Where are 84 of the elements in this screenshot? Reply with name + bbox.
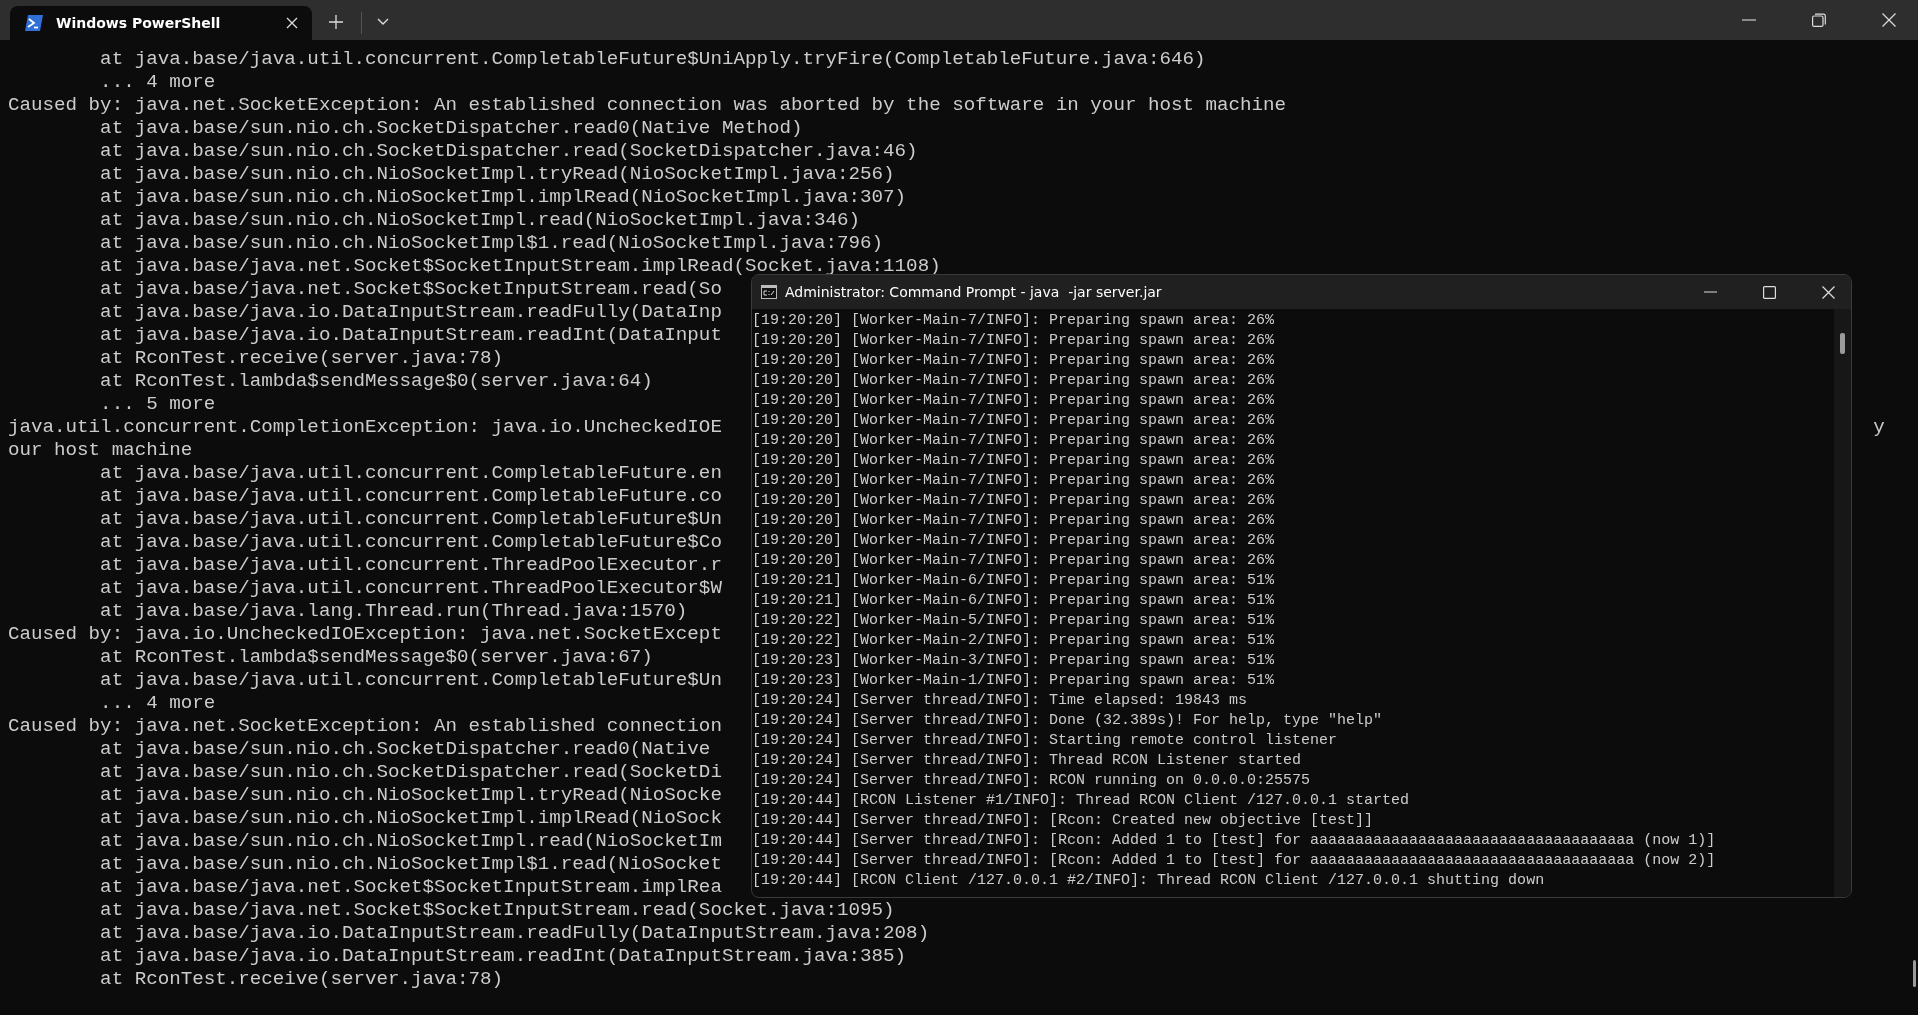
console-line: [19:20:21] [Worker-Main-6/INFO]: Preparing spawn area: 51% xyxy=(752,571,1275,591)
console-line: [19:20:20] [Worker-Main-7/INFO]: Preparing spawn area: 26% xyxy=(752,391,1275,411)
terminal-line: y xyxy=(1873,416,1885,439)
terminal-line: at java.base/java.util.concurrent.ThreadPoolExecutor$W xyxy=(99,577,722,600)
console-line: [19:20:20] [Worker-Main-7/INFO]: Preparing spawn area: 26% xyxy=(752,371,1275,391)
console-line: [19:20:20] [Worker-Main-7/INFO]: Preparing spawn area: 26% xyxy=(752,531,1275,551)
console-line: [19:20:20] [Worker-Main-7/INFO]: Preparing spawn area: 26% xyxy=(752,351,1275,371)
console-line: [19:20:20] [Worker-Main-7/INFO]: Preparing spawn area: 26% xyxy=(752,431,1275,451)
terminal-line: at java.base/java.util.concurrent.CompletableFuture.en xyxy=(99,462,722,485)
terminal-line: at java.base/sun.nio.ch.NioSocketImpl$1.read(NioSocket xyxy=(99,853,722,876)
console-line: [19:20:20] [Worker-Main-7/INFO]: Preparing spawn area: 26% xyxy=(752,511,1275,531)
terminal-line: at java.base/sun.nio.ch.SocketDispatcher.read(SocketDispatcher.java:46) xyxy=(99,140,918,163)
terminal-line: at RconTest.lambda$sendMessage$0(server.java:64) xyxy=(99,370,653,393)
console-line: [19:20:22] [Worker-Main-2/INFO]: Preparing spawn area: 51% xyxy=(752,631,1275,651)
console-line: [19:20:20] [Worker-Main-7/INFO]: Preparing spawn area: 26% xyxy=(752,331,1275,351)
console-line: [19:20:23] [Worker-Main-3/INFO]: Preparing spawn area: 51% xyxy=(752,651,1275,671)
scrollbar-thumb[interactable] xyxy=(1840,333,1845,354)
terminal-line: at RconTest.lambda$sendMessage$0(server.java:67) xyxy=(99,646,653,669)
terminal-line: at java.base/java.io.DataInputStream.readFully(DataInputStream.java:208) xyxy=(99,922,930,945)
maximize-icon[interactable] xyxy=(1763,285,1776,299)
console-line: [19:20:44] [Server thread/INFO]: [Rcon: Added 1 to [test] for aaaaaaaaaaaaaaaaaaaaaaaaaaaaaaaaaaaa (now 2)] xyxy=(752,851,1716,871)
console-line: [19:20:20] [Worker-Main-7/INFO]: Preparing spawn area: 26% xyxy=(752,411,1275,431)
terminal-line: at java.base/java.net.Socket$SocketInputStream.implRead(Socket.java:1108) xyxy=(99,255,941,278)
console-line: [19:20:24] [Server thread/INFO]: Thread RCON Listener started xyxy=(752,751,1302,771)
terminal-line: ... 5 more xyxy=(99,393,216,416)
terminal-line: at java.base/sun.nio.ch.SocketDispatcher.read0(Native Method) xyxy=(99,117,803,140)
console-line: [19:20:20] [Worker-Main-7/INFO]: Preparing spawn area: 26% xyxy=(752,451,1275,471)
console-line: [19:20:44] [RCON Client /127.0.0.1 #2/INFO]: Thread RCON Client /127.0.0.1 shutting down xyxy=(752,871,1545,891)
close-icon[interactable] xyxy=(1882,13,1896,27)
terminal-line: at java.base/sun.nio.ch.NioSocketImpl.read(NioSocketIm xyxy=(99,830,722,853)
console-line: [19:20:23] [Worker-Main-1/INFO]: Preparing spawn area: 51% xyxy=(752,671,1275,691)
terminal-line: ... 4 more xyxy=(99,71,216,94)
terminal-line: at java.base/sun.nio.ch.NioSocketImpl$1.read(NioSocketImpl.java:796) xyxy=(99,232,884,255)
caret-icon[interactable] xyxy=(377,18,389,26)
terminal-line: at java.base/java.io.DataInputStream.readInt(DataInputStream.java:385) xyxy=(99,945,907,968)
terminal-line: at java.base/java.net.Socket$SocketInputStream.implRea xyxy=(99,876,722,899)
close-icon[interactable] xyxy=(1822,285,1835,299)
window-title: Administrator: Command Prompt - java -jar server.jar xyxy=(785,284,1162,300)
terminal-tab[interactable]: Windows PowerShell xyxy=(10,6,312,40)
terminal-line: at java.base/sun.nio.ch.NioSocketImpl.tryRead(NioSocketImpl.java:256) xyxy=(99,163,895,186)
terminal-line: at java.base/java.util.concurrent.CompletableFuture$Un xyxy=(99,508,722,531)
terminal-line: at java.base/java.net.Socket$SocketInputStream.read(So xyxy=(99,278,722,301)
terminal-line: at java.base/sun.nio.ch.NioSocketImpl.tryRead(NioSocke xyxy=(99,784,722,807)
restore-icon[interactable] xyxy=(1812,13,1826,27)
terminal-line: at java.base/java.util.concurrent.CompletableFuture$Un xyxy=(99,669,722,692)
terminal-line: at java.base/java.io.DataInputStream.readFully(DataInp xyxy=(99,301,722,324)
terminal-line: at java.base/java.util.concurrent.CompletableFuture.co xyxy=(99,485,722,508)
console-line: [19:20:44] [Server thread/INFO]: [Rcon: Created new objective [test]] xyxy=(752,811,1374,831)
terminal-line: at java.base/java.lang.Thread.run(Thread.java:1570) xyxy=(99,600,688,623)
terminal-line: at java.base/java.util.concurrent.ThreadPoolExecutor.r xyxy=(99,554,722,577)
terminal-line: ... 4 more xyxy=(99,692,216,715)
console-line: [19:20:22] [Worker-Main-5/INFO]: Preparing spawn area: 51% xyxy=(752,611,1275,631)
terminal-line: at java.base/sun.nio.ch.SocketDispatcher.read(SocketDi xyxy=(99,761,722,784)
terminal-line: at java.base/java.util.concurrent.CompletableFuture$Co xyxy=(99,531,722,554)
console-line: [19:20:24] [Server thread/INFO]: Done (32.389s)! For help, type "help" xyxy=(752,711,1383,731)
console-line: [19:20:24] [Server thread/INFO]: Starting remote control listener xyxy=(752,731,1338,751)
console-line: [19:20:24] [Server thread/INFO]: RCON running on 0.0.0.0:25575 xyxy=(752,771,1311,791)
console-line: [19:20:20] [Worker-Main-7/INFO]: Preparing spawn area: 26% xyxy=(752,491,1275,511)
console-line: [19:20:21] [Worker-Main-6/INFO]: Preparing spawn area: 51% xyxy=(752,591,1275,611)
terminal-line: at java.base/sun.nio.ch.SocketDispatcher.read0(Native xyxy=(99,738,711,761)
console-line: [19:20:24] [Server thread/INFO]: Time elapsed: 19843 ms xyxy=(752,691,1248,711)
close-icon[interactable] xyxy=(286,17,298,29)
console-line: [19:20:44] [Server thread/INFO]: [Rcon: Added 1 to [test] for aaaaaaaaaaaaaaaaaaaaaaaaaaaaaaaaaaaa (now 1)] xyxy=(752,831,1716,851)
terminal-line: our host machine xyxy=(8,439,193,462)
terminal-line: at RconTest.receive(server.java:78) xyxy=(99,347,504,370)
terminal-line: at java.base/sun.nio.ch.NioSocketImpl.read(NioSocketImpl.java:346) xyxy=(99,209,861,232)
console-icon xyxy=(761,285,777,299)
terminal-line: at RconTest.receive(server.java:78) xyxy=(99,968,504,991)
terminal-line: java.util.concurrent.CompletionException: java.io.UncheckedIOE xyxy=(8,416,722,439)
scrollbar-thumb[interactable] xyxy=(1913,960,1916,987)
terminal-line: at java.base/sun.nio.ch.NioSocketImpl.implRead(NioSock xyxy=(99,807,722,830)
console-line: [19:20:20] [Worker-Main-7/INFO]: Preparing spawn area: 26% xyxy=(752,311,1275,331)
terminal-line: at java.base/sun.nio.ch.NioSocketImpl.implRead(NioSocketImpl.java:307) xyxy=(99,186,907,209)
terminal-line: Caused by: java.net.SocketException: An established connection xyxy=(8,715,722,738)
terminal-line: at java.base/java.util.concurrent.CompletableFuture$UniApply.tryFire(CompletableFuture.java:646) xyxy=(99,48,1206,71)
console-line: [19:20:44] [RCON Listener #1/INFO]: Thread RCON Client /127.0.0.1 started xyxy=(752,791,1410,811)
new-tab-icon[interactable] xyxy=(329,15,343,29)
terminal-icon xyxy=(24,13,44,33)
terminal-line: at java.base/java.net.Socket$SocketInputStream.read(Socket.java:1095) xyxy=(99,899,895,922)
terminal-line: at java.base/java.io.DataInputStream.readInt(DataInput xyxy=(99,324,722,347)
terminal-line: Caused by: java.net.SocketException: An established connection was aborted by the software in your host machine xyxy=(8,94,1287,117)
console-line: [19:20:20] [Worker-Main-7/INFO]: Preparing spawn area: 26% xyxy=(752,471,1275,491)
terminal-line: Caused by: java.io.UncheckedIOException: java.net.SocketExcept xyxy=(8,623,722,646)
console-line: [19:20:20] [Worker-Main-7/INFO]: Preparing spawn area: 26% xyxy=(752,551,1275,571)
